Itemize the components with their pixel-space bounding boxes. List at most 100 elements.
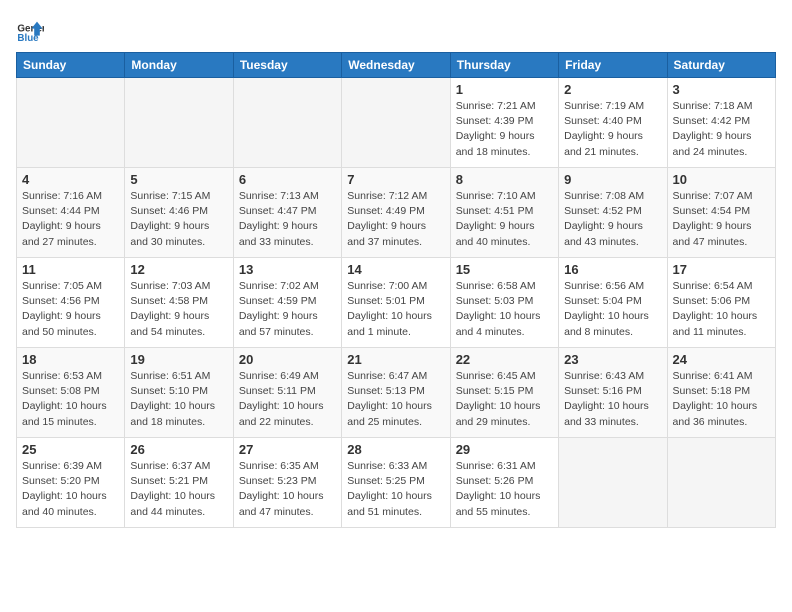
logo: General Blue: [16, 16, 48, 44]
calendar-cell: 12Sunrise: 7:03 AM Sunset: 4:58 PM Dayli…: [125, 258, 233, 348]
day-header-monday: Monday: [125, 53, 233, 78]
day-number: 6: [239, 172, 336, 187]
calendar-cell: 19 Sunrise: 6:51 AM Sunset: 5:10 PM Dayli…: [125, 348, 233, 438]
day-number: 13: [239, 262, 336, 277]
day-info: Sunrise: 6:41 AM Sunset: 5:18 PM Dayligh…: [673, 369, 770, 430]
day-number: 4: [22, 172, 119, 187]
day-number: 3: [673, 82, 770, 97]
day-number: 15: [456, 262, 553, 277]
calendar-cell: 15 Sunrise: 6:58 AM Sunset: 5:03 PM Dayli…: [450, 258, 558, 348]
day-info: Sunrise: 6:37 AM Sunset: 5:21 PM Dayligh…: [130, 459, 227, 520]
day-info: Sunrise: 7:08 AM Sunset: 4:52 PM Dayligh…: [564, 189, 661, 250]
day-info: Sunrise: 6:49 AM Sunset: 5:11 PM Dayligh…: [239, 369, 336, 430]
day-info: Sunrise: 6:43 AM Sunset: 5:16 PM Dayligh…: [564, 369, 661, 430]
day-header-thursday: Thursday: [450, 53, 558, 78]
day-number: 24: [673, 352, 770, 367]
day-header-wednesday: Wednesday: [342, 53, 450, 78]
calendar-cell: [125, 78, 233, 168]
day-number: 7: [347, 172, 444, 187]
calendar-cell: 10Sunrise: 7:07 AM Sunset: 4:54 PM Dayli…: [667, 168, 775, 258]
day-info: Sunrise: 7:16 AM Sunset: 4:44 PM Dayligh…: [22, 189, 119, 250]
calendar-cell: [559, 438, 667, 528]
day-header-tuesday: Tuesday: [233, 53, 341, 78]
day-info: Sunrise: 7:10 AM Sunset: 4:51 PM Dayligh…: [456, 189, 553, 250]
day-info: Sunrise: 6:56 AM Sunset: 5:04 PM Dayligh…: [564, 279, 661, 340]
day-info: Sunrise: 6:53 AM Sunset: 5:08 PM Dayligh…: [22, 369, 119, 430]
day-number: 28: [347, 442, 444, 457]
day-number: 29: [456, 442, 553, 457]
calendar-cell: 23 Sunrise: 6:43 AM Sunset: 5:16 PM Dayli…: [559, 348, 667, 438]
calendar-cell: [233, 78, 341, 168]
day-info: Sunrise: 7:07 AM Sunset: 4:54 PM Dayligh…: [673, 189, 770, 250]
day-info: Sunrise: 7:00 AM Sunset: 5:01 PM Dayligh…: [347, 279, 444, 340]
calendar-cell: 7 Sunrise: 7:12 AM Sunset: 4:49 PM Daylig…: [342, 168, 450, 258]
logo-icon: General Blue: [16, 16, 44, 44]
day-info: Sunrise: 6:45 AM Sunset: 5:15 PM Dayligh…: [456, 369, 553, 430]
day-number: 23: [564, 352, 661, 367]
day-number: 2: [564, 82, 661, 97]
calendar-cell: 2Sunrise: 7:19 AM Sunset: 4:40 PM Daylig…: [559, 78, 667, 168]
calendar-cell: [667, 438, 775, 528]
day-info: Sunrise: 7:02 AM Sunset: 4:59 PM Dayligh…: [239, 279, 336, 340]
calendar-cell: [17, 78, 125, 168]
calendar-cell: 18 Sunrise: 6:53 AM Sunset: 5:08 PM Dayli…: [17, 348, 125, 438]
day-info: Sunrise: 7:13 AM Sunset: 4:47 PM Dayligh…: [239, 189, 336, 250]
calendar-cell: 25 Sunrise: 6:39 AM Sunset: 5:20 PM Dayli…: [17, 438, 125, 528]
calendar-cell: 14 Sunrise: 7:00 AM Sunset: 5:01 PM Dayli…: [342, 258, 450, 348]
calendar-week-4: 18 Sunrise: 6:53 AM Sunset: 5:08 PM Dayli…: [17, 348, 776, 438]
calendar-cell: 24 Sunrise: 6:41 AM Sunset: 5:18 PM Dayli…: [667, 348, 775, 438]
calendar-table: SundayMondayTuesdayWednesdayThursdayFrid…: [16, 52, 776, 528]
day-info: Sunrise: 6:39 AM Sunset: 5:20 PM Dayligh…: [22, 459, 119, 520]
calendar-cell: 29 Sunrise: 6:31 AM Sunset: 5:26 PM Dayli…: [450, 438, 558, 528]
day-number: 5: [130, 172, 227, 187]
day-number: 22: [456, 352, 553, 367]
calendar-cell: 5 Sunrise: 7:15 AM Sunset: 4:46 PM Daylig…: [125, 168, 233, 258]
day-header-saturday: Saturday: [667, 53, 775, 78]
day-info: Sunrise: 7:21 AM Sunset: 4:39 PM Dayligh…: [456, 99, 553, 160]
day-info: Sunrise: 7:12 AM Sunset: 4:49 PM Dayligh…: [347, 189, 444, 250]
day-header-sunday: Sunday: [17, 53, 125, 78]
day-info: Sunrise: 6:51 AM Sunset: 5:10 PM Dayligh…: [130, 369, 227, 430]
calendar-cell: 21 Sunrise: 6:47 AM Sunset: 5:13 PM Dayli…: [342, 348, 450, 438]
day-number: 1: [456, 82, 553, 97]
day-info: Sunrise: 7:15 AM Sunset: 4:46 PM Dayligh…: [130, 189, 227, 250]
day-number: 21: [347, 352, 444, 367]
calendar-cell: 20Sunrise: 6:49 AM Sunset: 5:11 PM Dayli…: [233, 348, 341, 438]
calendar-header: SundayMondayTuesdayWednesdayThursdayFrid…: [17, 53, 776, 78]
day-number: 17: [673, 262, 770, 277]
day-info: Sunrise: 6:54 AM Sunset: 5:06 PM Dayligh…: [673, 279, 770, 340]
day-number: 19: [130, 352, 227, 367]
calendar-cell: 22 Sunrise: 6:45 AM Sunset: 5:15 PM Dayli…: [450, 348, 558, 438]
day-number: 25: [22, 442, 119, 457]
day-info: Sunrise: 6:33 AM Sunset: 5:25 PM Dayligh…: [347, 459, 444, 520]
calendar-cell: 11Sunrise: 7:05 AM Sunset: 4:56 PM Dayli…: [17, 258, 125, 348]
calendar-week-2: 4 Sunrise: 7:16 AM Sunset: 4:44 PM Daylig…: [17, 168, 776, 258]
header: General Blue: [16, 16, 776, 44]
calendar-week-5: 25 Sunrise: 6:39 AM Sunset: 5:20 PM Dayli…: [17, 438, 776, 528]
day-info: Sunrise: 6:35 AM Sunset: 5:23 PM Dayligh…: [239, 459, 336, 520]
calendar-week-1: 1 Sunrise: 7:21 AM Sunset: 4:39 PM Daylig…: [17, 78, 776, 168]
calendar-cell: [342, 78, 450, 168]
day-number: 26: [130, 442, 227, 457]
calendar-cell: 26 Sunrise: 6:37 AM Sunset: 5:21 PM Dayli…: [125, 438, 233, 528]
day-info: Sunrise: 6:58 AM Sunset: 5:03 PM Dayligh…: [456, 279, 553, 340]
calendar-cell: 16 Sunrise: 6:56 AM Sunset: 5:04 PM Dayli…: [559, 258, 667, 348]
calendar-cell: 1 Sunrise: 7:21 AM Sunset: 4:39 PM Daylig…: [450, 78, 558, 168]
calendar-cell: 3Sunrise: 7:18 AM Sunset: 4:42 PM Daylig…: [667, 78, 775, 168]
calendar-cell: 6 Sunrise: 7:13 AM Sunset: 4:47 PM Daylig…: [233, 168, 341, 258]
day-number: 18: [22, 352, 119, 367]
calendar-week-3: 11Sunrise: 7:05 AM Sunset: 4:56 PM Dayli…: [17, 258, 776, 348]
day-number: 11: [22, 262, 119, 277]
day-number: 9: [564, 172, 661, 187]
calendar-cell: 17 Sunrise: 6:54 AM Sunset: 5:06 PM Dayli…: [667, 258, 775, 348]
calendar-cell: 8 Sunrise: 7:10 AM Sunset: 4:51 PM Daylig…: [450, 168, 558, 258]
calendar-cell: 27 Sunrise: 6:35 AM Sunset: 5:23 PM Dayli…: [233, 438, 341, 528]
calendar-body: 1 Sunrise: 7:21 AM Sunset: 4:39 PM Daylig…: [17, 78, 776, 528]
day-number: 27: [239, 442, 336, 457]
day-info: Sunrise: 6:31 AM Sunset: 5:26 PM Dayligh…: [456, 459, 553, 520]
day-info: Sunrise: 6:47 AM Sunset: 5:13 PM Dayligh…: [347, 369, 444, 430]
day-number: 14: [347, 262, 444, 277]
day-number: 8: [456, 172, 553, 187]
day-number: 12: [130, 262, 227, 277]
day-number: 16: [564, 262, 661, 277]
